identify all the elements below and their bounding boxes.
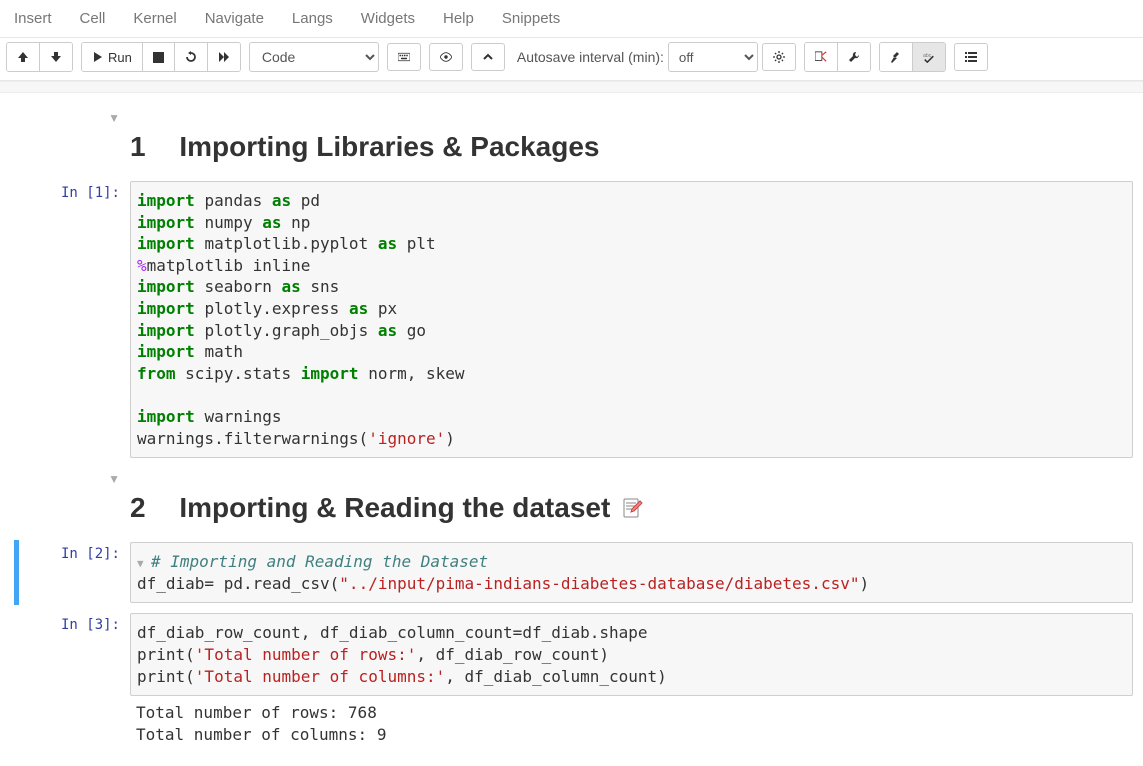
input-prompt: In [3]:: [61, 617, 120, 633]
toggle-eye-button[interactable]: [429, 43, 463, 71]
cell-output: Total number of rows: 768 Total number o…: [130, 696, 1133, 747]
toolbar-spacer: [0, 81, 1143, 93]
menu-kernel[interactable]: Kernel: [119, 4, 190, 33]
stop-icon: [153, 52, 164, 63]
autosave-select[interactable]: off: [668, 42, 758, 72]
gavel-icon: [890, 51, 902, 63]
collapse-icon[interactable]: ▼: [108, 472, 120, 486]
code-cell-1[interactable]: In [1]: import pandas as pd import numpy…: [0, 179, 1143, 460]
code-editor[interactable]: df_diab_row_count, df_diab_column_count=…: [130, 613, 1133, 696]
wrench-icon: [848, 51, 860, 63]
move-up-button[interactable]: [7, 43, 40, 71]
gavel-button[interactable]: [880, 43, 913, 71]
menu-help[interactable]: Help: [429, 4, 488, 33]
menu-langs[interactable]: Langs: [278, 4, 347, 33]
input-prompt: In [2]:: [61, 546, 120, 562]
input-prompt: In [1]:: [61, 185, 120, 201]
spellcheck-icon: abc: [923, 51, 935, 63]
collapse-up-button[interactable]: [471, 43, 505, 71]
list-icon: [965, 51, 977, 63]
section-2-heading: 2 Importing & Reading the dataset: [130, 492, 1133, 524]
arrow-down-icon: [50, 51, 62, 63]
restart-icon: [185, 51, 197, 63]
code-cell-2[interactable]: In [2]: ▼# Importing and Reading the Dat…: [0, 540, 1143, 605]
settings-button[interactable]: [762, 43, 796, 71]
section-1-heading: 1 Importing Libraries & Packages: [130, 131, 1133, 163]
code-editor[interactable]: import pandas as pd import numpy as np i…: [130, 181, 1133, 458]
chevron-up-icon: [482, 51, 494, 63]
restart-button[interactable]: [175, 43, 208, 71]
run-all-button[interactable]: [208, 43, 240, 71]
markdown-content: 2 Importing & Reading the dataset: [130, 468, 1133, 532]
menubar: Insert Cell Kernel Navigate Langs Widget…: [0, 0, 1143, 38]
menu-widgets[interactable]: Widgets: [347, 4, 429, 33]
arrow-up-icon: [17, 51, 29, 63]
list-button[interactable]: [954, 43, 988, 71]
collapse-icon[interactable]: ▼: [108, 111, 120, 125]
toolbar: Run Code Autosave interval (min): off ab…: [0, 38, 1143, 81]
code-text[interactable]: df_diab_row_count, df_diab_column_count=…: [137, 622, 1126, 687]
run-label: Run: [108, 50, 132, 65]
memo-icon: [620, 496, 644, 520]
move-down-button[interactable]: [40, 43, 72, 71]
fold-icon[interactable]: ▼: [137, 557, 147, 572]
markdown-cell-2[interactable]: ▼ 2 Importing & Reading the dataset: [0, 466, 1143, 534]
markdown-content: 1 Importing Libraries & Packages: [130, 107, 1133, 171]
fast-forward-icon: [218, 51, 230, 63]
markdown-cell-1[interactable]: ▼ 1 Importing Libraries & Packages: [0, 105, 1143, 173]
menu-navigate[interactable]: Navigate: [191, 4, 278, 33]
code-editor[interactable]: ▼# Importing and Reading the Dataset df_…: [130, 542, 1133, 603]
menu-insert[interactable]: Insert: [0, 4, 66, 33]
cell-type-select[interactable]: Code: [249, 42, 379, 72]
interrupt-button[interactable]: [143, 43, 175, 71]
menu-snippets[interactable]: Snippets: [488, 4, 574, 33]
keyboard-icon: [398, 51, 410, 63]
notebook-area: ▼ 1 Importing Libraries & Packages In [1…: [0, 93, 1143, 749]
run-button[interactable]: Run: [82, 43, 143, 71]
menu-cell[interactable]: Cell: [66, 4, 120, 33]
code-text[interactable]: import pandas as pd import numpy as np i…: [137, 190, 1126, 449]
code-text[interactable]: ▼# Importing and Reading the Dataset df_…: [137, 551, 1126, 594]
variable-inspector-button[interactable]: [805, 43, 838, 71]
tools-button[interactable]: [838, 43, 870, 71]
inspector-icon: [815, 51, 827, 63]
spellcheck-button[interactable]: abc: [913, 43, 945, 71]
autosave-label: Autosave interval (min):: [517, 49, 664, 65]
gear-icon: [773, 51, 785, 63]
eye-icon: [440, 51, 452, 63]
play-icon: [92, 51, 104, 63]
command-palette-button[interactable]: [387, 43, 421, 71]
code-cell-3[interactable]: In [3]: df_diab_row_count, df_diab_colum…: [0, 611, 1143, 749]
